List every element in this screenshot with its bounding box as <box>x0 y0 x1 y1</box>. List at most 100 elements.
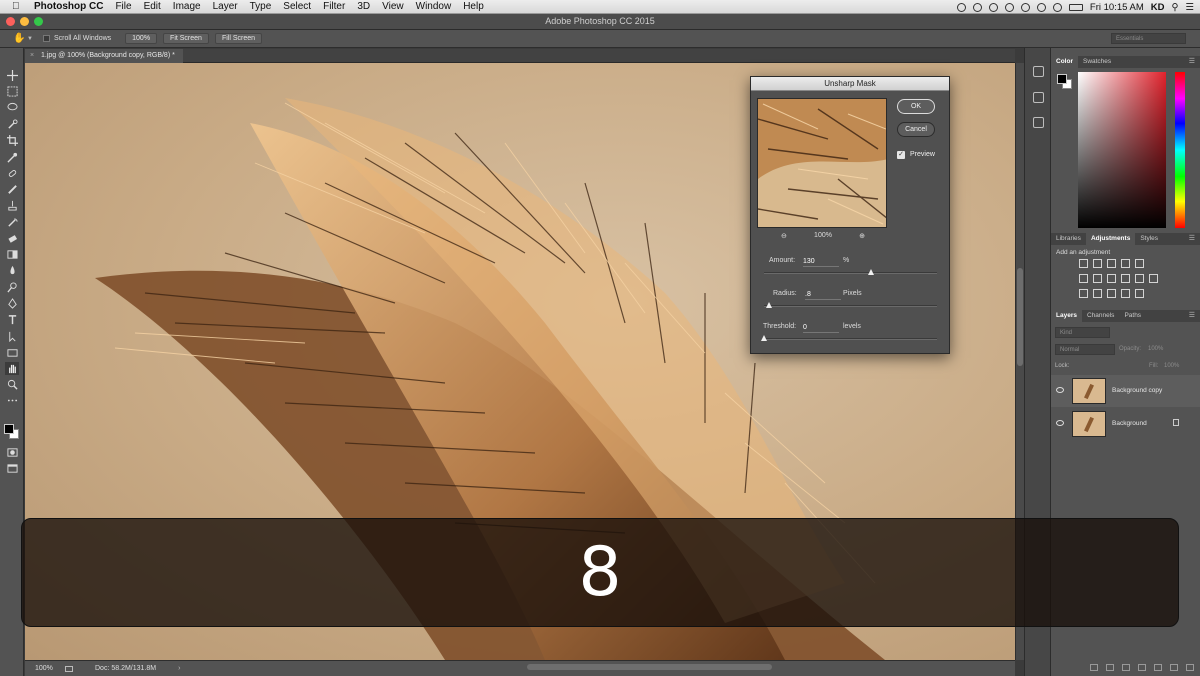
radius-slider-knob[interactable] <box>766 302 773 308</box>
menu-file[interactable]: File <box>115 1 131 12</box>
tab-libraries[interactable]: Libraries <box>1051 233 1086 245</box>
menu-window[interactable]: Window <box>416 1 452 12</box>
zoom-out-icon[interactable]: ⊖ <box>781 232 787 240</box>
amount-input[interactable]: 130 <box>803 257 839 267</box>
amount-slider[interactable] <box>764 269 937 275</box>
posterize-icon[interactable] <box>1093 289 1102 298</box>
zoom-100-button[interactable]: 100% <box>125 33 158 44</box>
panel-foreground-swatch[interactable] <box>1057 74 1067 84</box>
hue-slider[interactable] <box>1175 72 1185 228</box>
color-balance-icon[interactable] <box>1093 274 1102 283</box>
status-info-icon[interactable] <box>65 665 73 672</box>
menu-image[interactable]: Image <box>173 1 201 12</box>
tool-preset-dropdown[interactable]: ▼ <box>27 36 33 42</box>
threshold-icon[interactable] <box>1107 289 1116 298</box>
globe-icon[interactable] <box>1004 2 1014 12</box>
wifi-icon[interactable] <box>1036 2 1046 12</box>
new-adjustment-icon[interactable] <box>1138 663 1146 671</box>
link-layers-icon[interactable] <box>1090 663 1098 671</box>
clock[interactable]: Fri 10:15 AM <box>1090 2 1144 13</box>
rectangle-tool-icon[interactable] <box>5 346 19 359</box>
search-icon[interactable]: ⚲ <box>1172 2 1179 13</box>
panel-menu-icon[interactable]: ☰ <box>1189 233 1195 245</box>
type-tool-icon[interactable] <box>5 313 19 326</box>
eraser-tool-icon[interactable] <box>5 232 19 245</box>
brush-tool-icon[interactable] <box>5 183 19 196</box>
curves-icon[interactable] <box>1107 259 1116 268</box>
status-menu-arrow-icon[interactable]: › <box>178 665 180 672</box>
tab-adjustments[interactable]: Adjustments <box>1085 233 1136 245</box>
cancel-button[interactable]: Cancel <box>897 122 935 137</box>
black-white-icon[interactable] <box>1107 274 1116 283</box>
add-mask-icon[interactable] <box>1122 663 1130 671</box>
notification-center-icon[interactable]: ☰ <box>1185 2 1194 13</box>
healing-brush-tool-icon[interactable] <box>5 167 19 180</box>
invert-icon[interactable] <box>1079 289 1088 298</box>
tab-paths[interactable]: Paths <box>1119 310 1146 322</box>
brightness-contrast-icon[interactable] <box>1079 259 1088 268</box>
layer-row[interactable]: Background copy <box>1051 375 1200 407</box>
levels-icon[interactable] <box>1093 259 1102 268</box>
vertical-scroll-thumb[interactable] <box>1017 268 1023 366</box>
visibility-eye-icon[interactable] <box>1056 387 1064 393</box>
fill-screen-button[interactable]: Fill Screen <box>214 33 263 44</box>
layer-row[interactable]: Background <box>1051 408 1200 440</box>
screen-icon[interactable] <box>988 2 998 12</box>
zoom-in-icon[interactable]: ⊕ <box>859 232 865 240</box>
visibility-eye-icon[interactable] <box>1056 420 1064 426</box>
vibrance-icon[interactable] <box>1135 259 1144 268</box>
threshold-slider[interactable] <box>761 335 937 341</box>
eyedropper-tool-icon[interactable] <box>5 151 19 164</box>
photo-filter-icon[interactable] <box>1121 274 1130 283</box>
radius-slider[interactable] <box>764 302 937 308</box>
blur-tool-icon[interactable] <box>5 264 19 277</box>
opacity-value[interactable]: 100% <box>1148 346 1163 352</box>
selective-color-icon[interactable] <box>1135 289 1144 298</box>
radius-input[interactable]: .8 <box>805 290 841 300</box>
pen-tool-icon[interactable] <box>5 297 19 310</box>
document-tab[interactable]: × 1.jpg @ 100% (Background copy, RGB/8) … <box>25 49 183 63</box>
ok-button[interactable]: OK <box>897 99 935 114</box>
user-name[interactable]: KD <box>1151 2 1165 13</box>
path-selection-tool-icon[interactable] <box>5 330 19 343</box>
gradient-map-icon[interactable] <box>1121 289 1130 298</box>
crop-tool-icon[interactable] <box>5 134 19 147</box>
amount-slider-knob[interactable] <box>868 269 875 275</box>
dodge-tool-icon[interactable] <box>5 281 19 294</box>
panel-menu-icon[interactable]: ☰ <box>1189 56 1195 68</box>
clone-stamp-tool-icon[interactable] <box>5 199 19 212</box>
menu-edit[interactable]: Edit <box>144 1 161 12</box>
marquee-tool-icon[interactable] <box>5 85 19 98</box>
new-layer-icon[interactable] <box>1170 663 1178 671</box>
layer-name[interactable]: Background <box>1112 420 1147 427</box>
move-tool-icon[interactable] <box>5 69 19 82</box>
volume-icon[interactable] <box>1052 2 1062 12</box>
history-panel-icon[interactable] <box>1033 66 1044 77</box>
layer-style-icon[interactable] <box>1106 663 1114 671</box>
character-panel-icon[interactable] <box>1033 117 1044 128</box>
history-brush-tool-icon[interactable] <box>5 216 19 229</box>
exposure-icon[interactable] <box>1121 259 1130 268</box>
apple-icon[interactable]:  <box>12 1 24 12</box>
preview-checkbox[interactable]: ✓ <box>897 151 905 159</box>
tab-channels[interactable]: Channels <box>1082 310 1119 322</box>
properties-panel-icon[interactable] <box>1033 92 1044 103</box>
color-field[interactable] <box>1078 72 1166 228</box>
threshold-input[interactable]: 0 <box>803 323 839 333</box>
new-group-icon[interactable] <box>1154 663 1162 671</box>
hand-tool-icon[interactable] <box>5 362 19 375</box>
screen-mode-icon[interactable] <box>5 462 19 475</box>
scroll-all-windows-checkbox[interactable] <box>42 35 50 42</box>
blend-mode-select[interactable]: Normal <box>1055 344 1115 355</box>
hue-saturation-icon[interactable] <box>1079 274 1088 283</box>
battery-icon[interactable] <box>1068 3 1083 11</box>
menu-filter[interactable]: Filter <box>323 1 345 12</box>
layer-kind-filter[interactable]: Kind <box>1055 327 1110 338</box>
tab-layers[interactable]: Layers <box>1051 310 1082 322</box>
menu-help[interactable]: Help <box>463 1 484 12</box>
menu-select[interactable]: Select <box>283 1 311 12</box>
lasso-tool-icon[interactable] <box>5 101 19 114</box>
app-menu[interactable]: Photoshop CC <box>34 1 103 12</box>
channel-mixer-icon[interactable] <box>1135 274 1144 283</box>
color-lookup-icon[interactable] <box>1149 274 1158 283</box>
